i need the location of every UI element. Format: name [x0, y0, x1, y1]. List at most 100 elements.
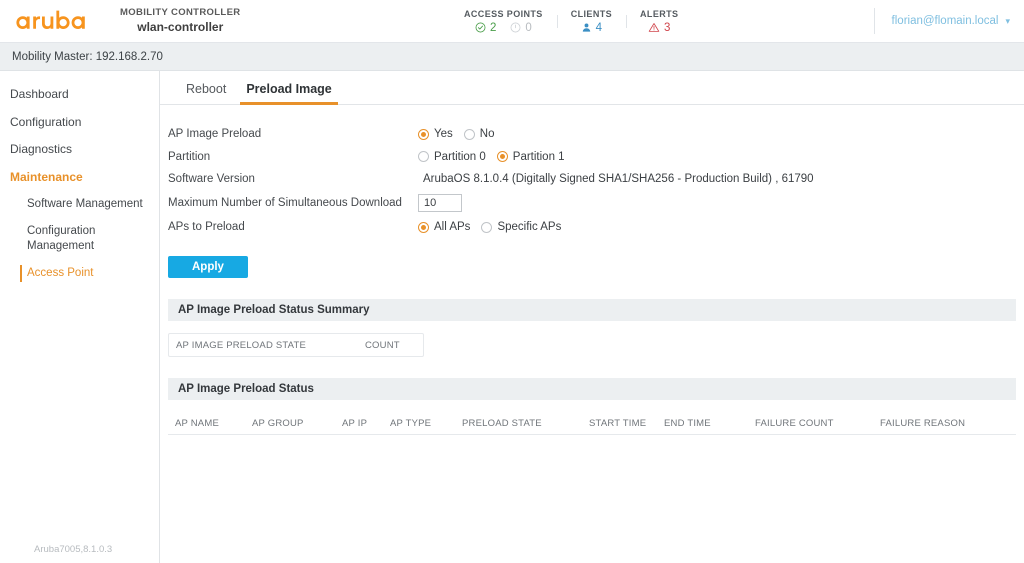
radio-label: No [479, 128, 495, 140]
radio-label: All APs [434, 221, 471, 233]
app-header: MOBILITY CONTROLLER wlan-controller ACCE… [0, 0, 1024, 43]
field-max-simultaneous-download: Maximum Number of Simultaneous Download [160, 190, 1024, 216]
sidebar-item-label: Maintenance [10, 169, 83, 184]
column-header-ap-image-preload-state: AP IMAGE PRELOAD STATE [176, 339, 307, 351]
mobility-master-label: Mobility Master: 192.168.2.70 [12, 50, 163, 63]
aps-to-preload-option-all[interactable]: All APs [418, 221, 470, 233]
sidebar-item-label: Dashboard [10, 87, 69, 101]
status-table: AP NAME AP GROUP AP IP AP TYPE PRELOAD S… [168, 412, 1016, 435]
apply-button[interactable]: Apply [168, 256, 248, 278]
radio-icon [481, 221, 493, 233]
sidebar-item-label: Configuration [10, 114, 82, 129]
header-stats: ACCESS POINTS 2 0 CLIENTS 4 ALERTS 3 [450, 0, 692, 42]
tab-label: Preload Image [246, 82, 332, 96]
tab-bar: Reboot Preload Image [160, 71, 1024, 105]
column-header-ap-name: AP NAME [175, 417, 219, 429]
aps-to-preload-option-specific[interactable]: Specific APs [481, 221, 561, 233]
radio-label: Partition 0 [434, 150, 486, 163]
sidebar-item-access-point[interactable]: Access Point [0, 260, 159, 287]
max-simultaneous-download-input[interactable] [418, 194, 462, 212]
field-software-version: Software Version ArubaOS 8.1.0.4 (Digita… [160, 168, 1024, 190]
stat-clients-label: CLIENTS [570, 8, 613, 19]
stat-access-points-down: 0 [510, 21, 532, 34]
sidebar-item-label: Software Management [27, 198, 143, 211]
stat-access-points[interactable]: ACCESS POINTS 2 0 [450, 9, 557, 34]
sidebar-item-label: Access Point [27, 267, 94, 280]
stat-alerts[interactable]: ALERTS 3 [626, 9, 692, 34]
status-table-header-row: AP NAME AP GROUP AP IP AP TYPE PRELOAD S… [168, 412, 1016, 434]
column-header-ap-type: AP TYPE [390, 417, 432, 429]
main-content: Reboot Preload Image AP Image Preload Ye… [160, 71, 1024, 563]
sidebar-item-diagnostics[interactable]: Diagnostics [0, 136, 159, 164]
radio-icon [418, 151, 429, 162]
field-label: Maximum Number of Simultaneous Download [168, 197, 402, 209]
stat-alerts-value: 3 [664, 21, 671, 34]
ap-image-preload-radio-group: Yes No [418, 128, 494, 140]
aps-to-preload-radio-group: All APs Specific APs [418, 221, 561, 233]
column-header-preload-state: PRELOAD STATE [462, 417, 542, 429]
radio-label: Specific APs [497, 221, 562, 233]
stat-access-points-label: ACCESS POINTS [464, 8, 543, 19]
field-aps-to-preload: APs to Preload All APs Specific APs [160, 216, 1024, 238]
preload-image-form: AP Image Preload Yes No Partition Partit… [160, 105, 1024, 278]
partition-option-0[interactable]: Partition 0 [418, 151, 486, 163]
summary-table-header-row: AP IMAGE PRELOAD STATE COUNT [169, 334, 423, 356]
column-header-end-time: END TIME [664, 417, 711, 429]
software-version-value: ArubaOS 8.1.0.4 (Digitally Signed SHA1/S… [423, 173, 814, 185]
sidebar-version-footer: Aruba7005,8.1.0.3 [34, 544, 113, 555]
sidebar-item-configuration-management[interactable]: Configuration Management [0, 218, 159, 260]
column-header-count: COUNT [365, 339, 400, 351]
stat-alerts-label: ALERTS [640, 8, 679, 19]
field-label: APs to Preload [168, 221, 245, 233]
mobility-master-bar: Mobility Master: 192.168.2.70 [0, 43, 1024, 71]
stat-alerts-count: 3 [648, 22, 670, 34]
sidebar-item-configuration[interactable]: Configuration [0, 109, 159, 137]
aruba-logo-icon [14, 8, 94, 34]
ap-image-preload-option-no[interactable]: No [463, 128, 495, 140]
column-header-ap-ip: AP IP [342, 417, 368, 429]
stat-clients-count: 4 [581, 22, 602, 34]
sidebar-item-dashboard[interactable]: Dashboard [0, 81, 159, 109]
field-ap-image-preload: AP Image Preload Yes No [160, 123, 1024, 145]
radio-icon [418, 221, 429, 233]
chevron-down-icon: ▾ [1005, 15, 1010, 26]
column-header-ap-group: AP GROUP [252, 417, 304, 429]
radio-icon [496, 151, 508, 162]
apply-row: Apply [160, 238, 1024, 278]
product-name: wlan-controller [137, 19, 224, 34]
field-partition: Partition Partition 0 Partition 1 [160, 145, 1024, 168]
stat-clients[interactable]: CLIENTS 4 [556, 8, 626, 34]
ap-image-preload-status-summary-panel: AP Image Preload Status Summary AP IMAGE… [160, 299, 1024, 357]
tab-reboot[interactable]: Reboot [176, 82, 236, 104]
ap-image-preload-status-panel: AP Image Preload Status AP NAME AP GROUP… [160, 378, 1024, 435]
tab-label: Reboot [186, 82, 227, 96]
panel-title: AP Image Preload Status [168, 378, 1016, 400]
column-header-failure-count: FAILURE COUNT [755, 417, 834, 429]
user-email: florian@flomain.local [891, 15, 999, 27]
summary-table: AP IMAGE PRELOAD STATE COUNT [168, 333, 424, 357]
radio-icon [418, 128, 429, 140]
sidebar: Dashboard Configuration Diagnostics Main… [0, 71, 160, 563]
app-body: Dashboard Configuration Diagnostics Main… [0, 71, 1024, 563]
stat-access-points-up-value: 2 [489, 21, 497, 34]
check-circle-icon [475, 22, 486, 33]
column-header-start-time: START TIME [589, 417, 647, 429]
warning-triangle-icon [648, 22, 660, 33]
stat-access-points-up: 2 [475, 22, 496, 34]
partition-radio-group: Partition 0 Partition 1 [418, 151, 565, 163]
sidebar-item-maintenance[interactable]: Maintenance [0, 164, 159, 192]
partition-option-1[interactable]: Partition 1 [496, 150, 565, 163]
tab-preload-image[interactable]: Preload Image [236, 82, 341, 105]
field-label: Partition [168, 150, 211, 163]
field-label: AP Image Preload [168, 128, 262, 140]
user-icon [581, 22, 592, 33]
sidebar-item-software-management[interactable]: Software Management [0, 191, 159, 218]
ap-image-preload-option-yes[interactable]: Yes [418, 128, 453, 140]
radio-label: Partition 1 [512, 150, 565, 163]
sidebar-item-label: Diagnostics [10, 142, 73, 157]
user-menu[interactable]: florian@flomain.local ▾ [873, 0, 1010, 42]
column-header-failure-reason: FAILURE REASON [880, 417, 966, 429]
sidebar-item-label: Configuration Management [27, 225, 96, 253]
stat-access-points-down-value: 0 [525, 21, 532, 34]
product-kicker: MOBILITY CONTROLLER [120, 7, 241, 19]
